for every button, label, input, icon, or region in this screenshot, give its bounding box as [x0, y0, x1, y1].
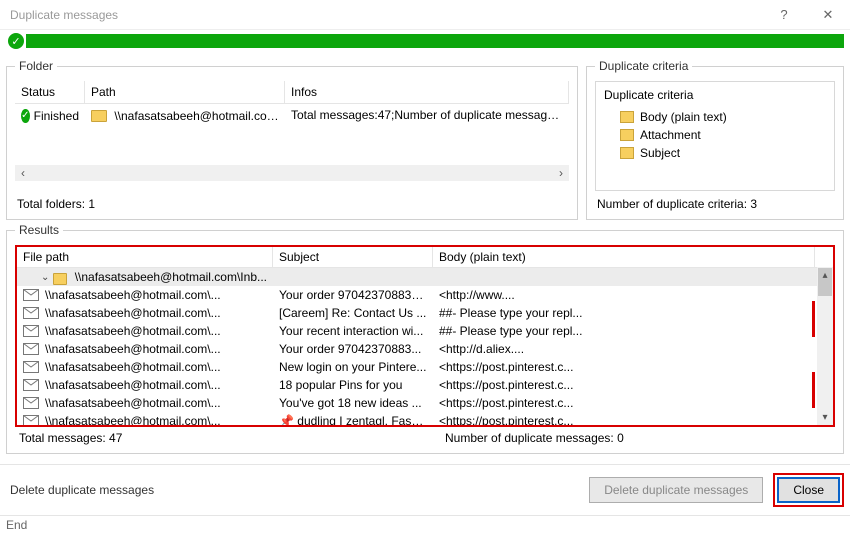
- results-table-header: File path Subject Body (plain text): [17, 247, 833, 268]
- duplicate-messages-label: Number of duplicate messages: 0: [405, 431, 831, 445]
- scroll-right-icon[interactable]: ›: [553, 165, 569, 181]
- total-messages-label: Total messages: 47: [19, 431, 405, 445]
- status-text: Finished: [34, 109, 79, 123]
- results-row[interactable]: \\nafasatsabeeh@hotmail.com\... You've g…: [17, 394, 833, 412]
- criteria-item[interactable]: Body (plain text): [604, 108, 826, 126]
- results-row[interactable]: \\nafasatsabeeh@hotmail.com\... Your ord…: [17, 340, 833, 358]
- folder-legend: Folder: [15, 59, 57, 73]
- statusbar: End: [0, 515, 850, 534]
- status-finished-icon: ✓: [21, 109, 30, 123]
- col-path[interactable]: Path: [85, 81, 285, 104]
- results-table-wrap: File path Subject Body (plain text) ⌄ \\…: [15, 245, 835, 427]
- titlebar: Duplicate messages ? ✕: [0, 0, 850, 30]
- criteria-item[interactable]: Subject: [604, 144, 826, 162]
- results-row[interactable]: \\nafasatsabeeh@hotmail.com\... Your rec…: [17, 322, 833, 340]
- results-row[interactable]: \\nafasatsabeeh@hotmail.com\... New logi…: [17, 358, 833, 376]
- status-text: End: [6, 518, 27, 532]
- criteria-item-label: Body (plain text): [640, 110, 727, 124]
- close-window-button[interactable]: ✕: [806, 0, 850, 30]
- col-filepath[interactable]: File path: [17, 247, 273, 268]
- envelope-icon: [23, 325, 39, 337]
- chevron-down-icon[interactable]: ⌄: [41, 272, 49, 283]
- results-row[interactable]: \\nafasatsabeeh@hotmail.com\... Your ord…: [17, 286, 833, 304]
- highlight-marker: [812, 301, 815, 337]
- criteria-legend: Duplicate criteria: [595, 59, 692, 73]
- progress-bar: ✓: [26, 34, 844, 48]
- col-infos[interactable]: Infos: [285, 81, 569, 104]
- results-totals: Total messages: 47 Number of duplicate m…: [15, 431, 835, 445]
- folder-icon: [91, 110, 107, 122]
- folder-hscrollbar[interactable]: ‹ ›: [15, 165, 569, 181]
- bottom-bar: Delete duplicate messages Delete duplica…: [0, 464, 850, 515]
- folder-groupbox: Folder Status Path Infos ✓ Finished \\na…: [6, 66, 578, 220]
- envelope-icon: [23, 343, 39, 355]
- total-folders-label: Total folders: 1: [15, 197, 569, 211]
- results-body[interactable]: ⌄ \\nafasatsabeeh@hotmail.com\Inb... \\n…: [17, 268, 833, 426]
- close-button[interactable]: Close: [777, 477, 840, 503]
- results-row[interactable]: \\nafasatsabeeh@hotmail.com\... 18 popul…: [17, 376, 833, 394]
- help-button[interactable]: ?: [762, 0, 806, 30]
- scroll-down-icon[interactable]: ▾: [817, 409, 833, 425]
- results-row[interactable]: \\nafasatsabeeh@hotmail.com\... [Careem]…: [17, 304, 833, 322]
- tag-icon: [620, 129, 634, 141]
- scroll-left-icon[interactable]: ‹: [15, 165, 31, 181]
- envelope-icon: [23, 379, 39, 391]
- folder-path: \\nafasatsabeeh@hotmail.com\I...: [114, 109, 285, 123]
- tag-icon: [620, 111, 634, 123]
- progress-complete-icon: ✓: [8, 33, 24, 49]
- envelope-icon: [23, 415, 39, 426]
- tag-icon: [620, 147, 634, 159]
- folder-table-header: Status Path Infos: [15, 81, 569, 104]
- col-spacer: [815, 247, 833, 268]
- criteria-item[interactable]: Attachment: [604, 126, 826, 144]
- criteria-item-label: Attachment: [640, 128, 701, 142]
- envelope-icon: [23, 397, 39, 409]
- highlight-marker: [812, 372, 815, 408]
- envelope-icon: [23, 307, 39, 319]
- envelope-icon: [23, 289, 39, 301]
- col-subject[interactable]: Subject: [273, 247, 433, 268]
- envelope-icon: [23, 361, 39, 373]
- results-vscrollbar[interactable]: ▴ ▾: [817, 267, 833, 425]
- results-parent-row[interactable]: ⌄ \\nafasatsabeeh@hotmail.com\Inb...: [17, 268, 833, 286]
- parent-path: \\nafasatsabeeh@hotmail.com\Inb...: [75, 270, 267, 284]
- folder-table: Status Path Infos ✓ Finished \\nafasatsa…: [15, 81, 569, 191]
- results-legend: Results: [15, 223, 63, 237]
- window-title: Duplicate messages: [10, 8, 762, 22]
- folder-icon: [53, 273, 66, 285]
- criteria-count-label: Number of duplicate criteria: 3: [595, 197, 835, 211]
- criteria-groupbox: Duplicate criteria Duplicate criteria Bo…: [586, 66, 844, 220]
- folder-table-row[interactable]: ✓ Finished \\nafasatsabeeh@hotmail.com\I…: [15, 104, 569, 127]
- criteria-list: Duplicate criteria Body (plain text) Att…: [595, 81, 835, 191]
- folder-infos: Total messages:47;Number of duplicate me…: [285, 104, 569, 127]
- results-row[interactable]: \\nafasatsabeeh@hotmail.com\... 📌 dudlin…: [17, 412, 833, 426]
- bottom-label: Delete duplicate messages: [10, 483, 579, 497]
- delete-duplicate-button[interactable]: Delete duplicate messages: [589, 477, 763, 503]
- close-button-highlight: Close: [773, 473, 844, 507]
- criteria-item-label: Subject: [640, 146, 680, 160]
- col-body[interactable]: Body (plain text): [433, 247, 815, 268]
- criteria-inner-title: Duplicate criteria: [604, 88, 826, 102]
- results-groupbox: Results File path Subject Body (plain te…: [6, 230, 844, 454]
- scroll-up-icon[interactable]: ▴: [817, 267, 833, 283]
- col-status[interactable]: Status: [15, 81, 85, 104]
